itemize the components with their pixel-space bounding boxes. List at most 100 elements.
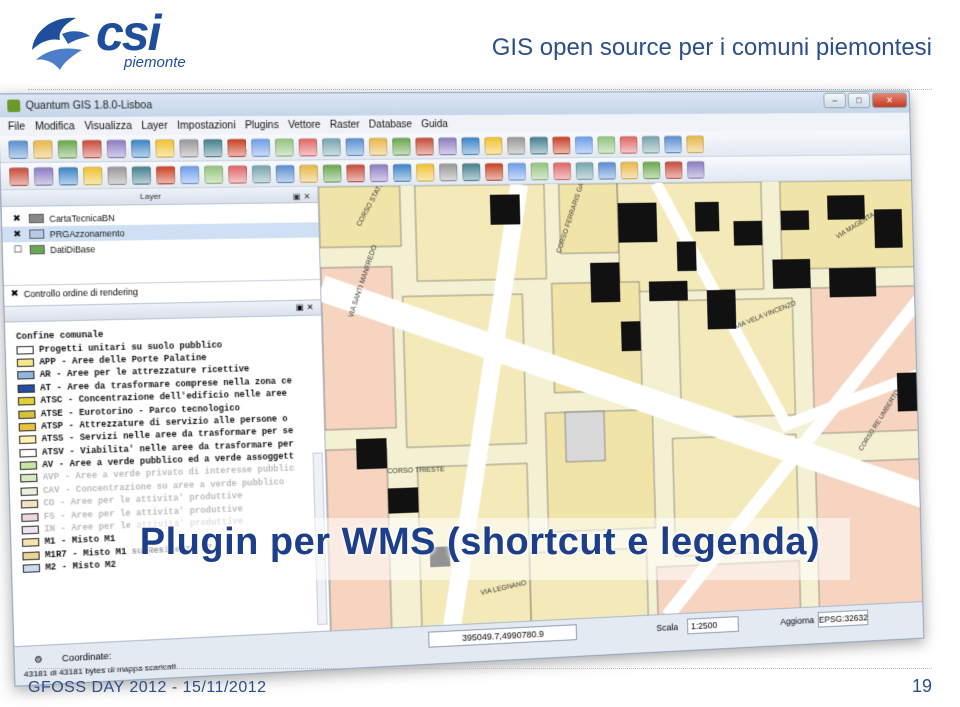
- file-tool-icon[interactable]: [179, 138, 199, 157]
- nav-tool-icon[interactable]: [299, 163, 319, 183]
- file-tool-icon[interactable]: [438, 136, 457, 155]
- nav-tool-icon[interactable]: [553, 161, 572, 180]
- nav-tool-icon[interactable]: [82, 165, 103, 185]
- layer-checkbox[interactable]: ☐: [13, 244, 24, 256]
- nav-tool-icon[interactable]: [251, 164, 271, 183]
- menu-raster[interactable]: Raster: [330, 119, 360, 130]
- nav-tool-icon[interactable]: [346, 163, 366, 182]
- nav-tool-icon[interactable]: [228, 164, 248, 184]
- file-tool-icon[interactable]: [251, 137, 271, 157]
- menu-visualizza[interactable]: Visualizza: [84, 120, 132, 132]
- nav-tool-icon[interactable]: [416, 162, 435, 182]
- nav-tool-icon[interactable]: [275, 164, 295, 183]
- nav-tool-icon[interactable]: [392, 163, 412, 182]
- nav-tool-icon[interactable]: [462, 162, 481, 181]
- building: [733, 220, 763, 246]
- maximize-button[interactable]: □: [847, 92, 871, 109]
- building: [387, 487, 419, 514]
- file-tool-icon[interactable]: [664, 134, 682, 153]
- top-divider: [28, 89, 932, 90]
- render-order-checkbox-icon[interactable]: ✖: [10, 288, 18, 300]
- menu-plugins[interactable]: Plugins: [245, 119, 279, 130]
- file-tool-icon[interactable]: [552, 135, 571, 154]
- nav-tool-icon[interactable]: [155, 165, 176, 184]
- nav-tool-icon[interactable]: [439, 162, 458, 181]
- nav-tool-icon[interactable]: [9, 166, 29, 186]
- file-tool-icon[interactable]: [274, 137, 294, 157]
- close-button[interactable]: ✕: [871, 92, 908, 109]
- nav-tool-icon[interactable]: [369, 163, 389, 182]
- nav-tool-icon[interactable]: [598, 161, 617, 180]
- nav-tool-icon[interactable]: [575, 161, 594, 180]
- nav-tool-icon[interactable]: [107, 165, 127, 185]
- qgis-screenshot: Quantum GIS 1.8.0-Lisboa – □ ✕ File Modif…: [0, 90, 925, 687]
- layer-checkbox[interactable]: ✖: [13, 213, 24, 225]
- building: [617, 202, 658, 243]
- csi-logo: csi piemonte: [24, 5, 186, 72]
- file-tool-icon[interactable]: [392, 136, 411, 156]
- render-icon[interactable]: ⚙: [34, 654, 43, 666]
- file-tool-icon[interactable]: [298, 137, 318, 156]
- legend-swatch: [17, 396, 36, 406]
- nav-tool-icon[interactable]: [620, 160, 639, 179]
- file-tool-icon[interactable]: [322, 137, 341, 156]
- building: [828, 267, 877, 298]
- layer-type-icon: [28, 213, 45, 224]
- render-toggle-label[interactable]: Aggiorna: [780, 615, 814, 626]
- menu-impostazioni[interactable]: Impostazioni: [177, 120, 236, 132]
- nav-tool-icon[interactable]: [530, 161, 549, 180]
- file-tool-icon[interactable]: [57, 139, 78, 159]
- coordinate-field[interactable]: 395049.7,4990780.9: [428, 624, 578, 648]
- nav-tool-icon[interactable]: [484, 162, 504, 181]
- file-tool-icon[interactable]: [461, 136, 480, 155]
- file-tool-icon[interactable]: [507, 136, 526, 155]
- file-tool-icon[interactable]: [82, 139, 102, 158]
- nav-tool-icon[interactable]: [58, 166, 79, 185]
- file-tool-icon[interactable]: [227, 138, 247, 157]
- legend-swatch: [19, 461, 38, 471]
- file-tool-icon[interactable]: [368, 137, 388, 156]
- nav-tool-icon[interactable]: [664, 160, 683, 179]
- file-tool-icon[interactable]: [597, 135, 616, 154]
- file-tool-icon[interactable]: [686, 134, 704, 153]
- file-tool-icon[interactable]: [574, 135, 593, 154]
- menu-guida[interactable]: Guida: [421, 119, 448, 130]
- nav-tool-icon[interactable]: [33, 166, 54, 186]
- file-tool-icon[interactable]: [8, 139, 29, 159]
- file-tool-icon[interactable]: [106, 138, 127, 158]
- panel-float-close-icons[interactable]: ▣✕: [292, 189, 314, 206]
- file-tool-icon[interactable]: [641, 135, 660, 154]
- file-tool-icon[interactable]: [345, 137, 365, 156]
- nav-tool-icon[interactable]: [180, 165, 200, 184]
- file-tool-icon[interactable]: [33, 139, 53, 159]
- nav-tool-icon[interactable]: [131, 165, 152, 185]
- file-tool-icon[interactable]: [203, 138, 223, 157]
- building: [772, 258, 811, 289]
- file-tool-icon[interactable]: [155, 138, 175, 158]
- file-tool-icon[interactable]: [619, 135, 638, 154]
- menu-database[interactable]: Database: [369, 119, 413, 130]
- footer-text: GFOSS DAY 2012 - 15/11/2012: [28, 679, 267, 696]
- scale-combobox[interactable]: 1:2500: [686, 616, 739, 635]
- nav-tool-icon[interactable]: [322, 163, 342, 183]
- render-order-control[interactable]: ✖ Controllo ordine di rendering: [3, 279, 321, 302]
- menu-layer[interactable]: Layer: [141, 120, 168, 131]
- crs-button[interactable]: EPSG:32632: [817, 609, 869, 628]
- nav-tool-icon[interactable]: [204, 164, 224, 184]
- file-tool-icon[interactable]: [130, 138, 151, 158]
- layer-checkbox[interactable]: ✖: [13, 229, 24, 241]
- nav-tool-icon[interactable]: [642, 160, 661, 179]
- menu-modifica[interactable]: Modifica: [35, 121, 75, 133]
- file-tool-icon[interactable]: [529, 135, 548, 154]
- menu-file[interactable]: File: [8, 121, 26, 133]
- minimize-button[interactable]: –: [823, 92, 847, 109]
- render-order-label: Controllo ordine di rendering: [23, 286, 138, 299]
- legend-swatch: [20, 474, 38, 484]
- file-tool-icon[interactable]: [415, 136, 434, 155]
- file-tool-icon[interactable]: [484, 136, 503, 155]
- nav-tool-icon[interactable]: [686, 160, 705, 179]
- bottom-divider: [28, 668, 932, 669]
- menu-vettore[interactable]: Vettore: [288, 119, 321, 130]
- legend-float-close-icons[interactable]: ▣✕: [296, 302, 317, 312]
- nav-tool-icon[interactable]: [507, 161, 527, 181]
